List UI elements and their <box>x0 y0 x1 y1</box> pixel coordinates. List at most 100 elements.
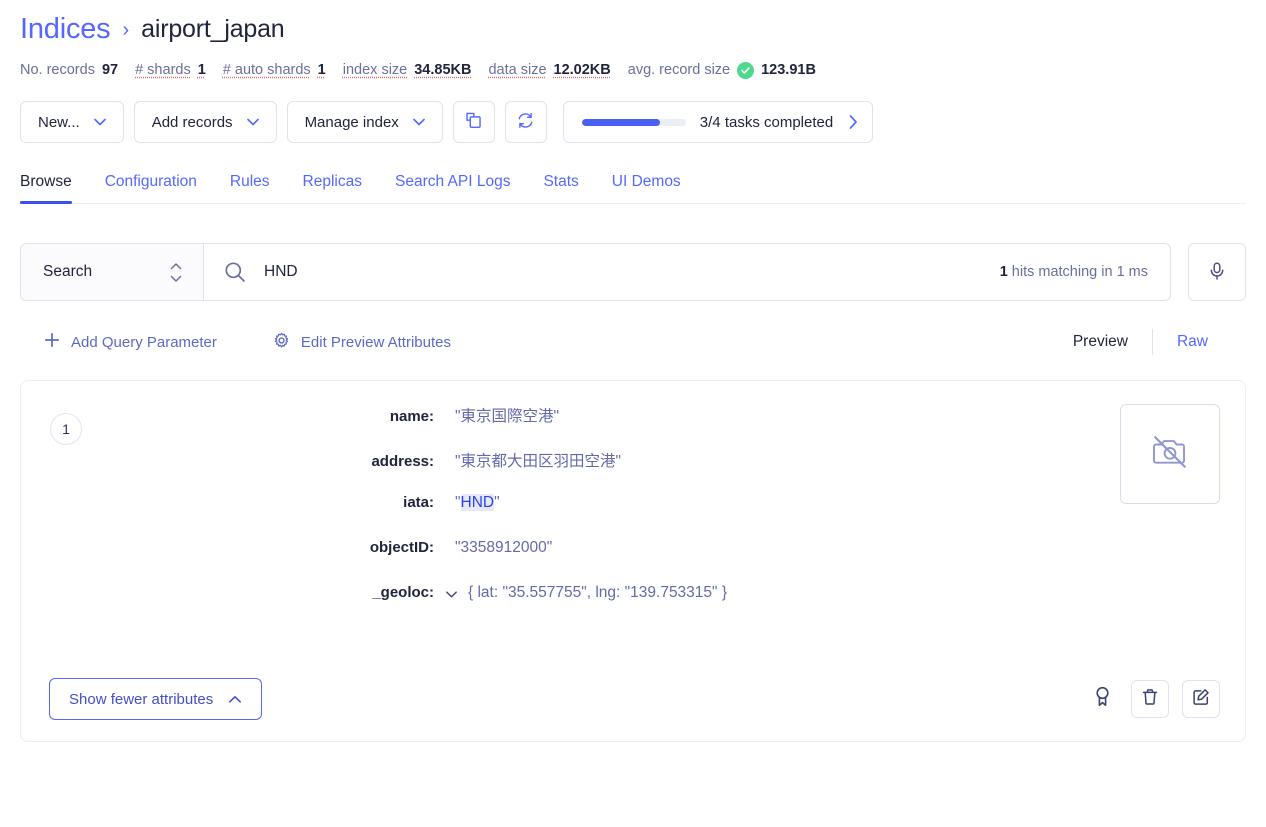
view-mode-toggle: Preview Raw <box>1049 329 1232 355</box>
edit-icon <box>1192 688 1210 711</box>
tab-search-api-logs[interactable]: Search API Logs <box>395 173 510 203</box>
chevron-up-icon <box>228 691 242 708</box>
tasks-progress-widget[interactable]: 3/4 tasks completed <box>562 101 874 143</box>
stat-value: 123.91B <box>761 62 816 78</box>
manage-index-label: Manage index <box>304 113 399 131</box>
edit-preview-attributes-label: Edit Preview Attributes <box>300 333 451 351</box>
tab-browse[interactable]: Browse <box>20 173 72 204</box>
new-dropdown-button[interactable]: New... <box>20 101 124 143</box>
index-stats-row: No. records 97 # shards 1 # auto shards … <box>20 59 1246 81</box>
attribute-row-address: address: "東京都大田区羽田空港" <box>82 449 1245 494</box>
tasks-progress-bar <box>581 118 686 126</box>
page-title: airport_japan <box>141 15 285 43</box>
search-match-highlight: HND <box>460 494 495 511</box>
search-mode-label: Search <box>43 263 93 280</box>
chevron-down-icon[interactable] <box>434 590 468 599</box>
record-body: 1 name: "東京国際空港" address: "東京都大田区羽田空港" i… <box>21 404 1245 629</box>
stat-label[interactable]: # auto shards <box>223 62 311 79</box>
edit-record-button[interactable] <box>1182 680 1220 718</box>
chevron-down-icon <box>412 118 425 126</box>
index-tabs: Browse Configuration Rules Replicas Sear… <box>20 164 1246 204</box>
view-mode-preview[interactable]: Preview <box>1049 333 1152 351</box>
attribute-key: name: <box>389 408 434 425</box>
refresh-icon <box>516 111 535 133</box>
search-box: 1 hits matching in 1 ms <box>204 243 1171 301</box>
record-actions <box>1086 680 1220 718</box>
stat-shards: # shards 1 <box>135 62 206 79</box>
search-result-card: 1 name: "東京国際空港" address: "東京都大田区羽田空港" i… <box>20 380 1246 742</box>
attribute-value: "東京国際空港" <box>455 408 560 425</box>
tab-stats[interactable]: Stats <box>543 173 578 203</box>
tab-rules[interactable]: Rules <box>230 173 270 203</box>
tab-replicas[interactable]: Replicas <box>303 173 362 203</box>
query-options-row: Add Query Parameter Edit Preview Attribu… <box>20 328 1246 356</box>
attribute-row-objectid: objectID: "3358912000" <box>82 539 1245 584</box>
stat-label[interactable]: data size <box>488 62 546 79</box>
breadcrumb: Indices › airport_japan <box>20 0 1246 45</box>
attribute-value: "HND" <box>455 494 500 511</box>
hits-count: 1 <box>999 264 1008 280</box>
attribute-key: iata: <box>403 494 434 511</box>
check-circle-icon <box>737 61 755 79</box>
breadcrumb-indices-link[interactable]: Indices <box>20 13 111 46</box>
ribbon-icon <box>1093 686 1112 712</box>
breadcrumb-separator-icon: › <box>122 19 130 41</box>
search-mode-select[interactable]: Search <box>20 243 204 301</box>
stat-label: avg. record size <box>627 61 731 78</box>
record-attributes: name: "東京国際空港" address: "東京都大田区羽田空港" iat… <box>82 404 1245 629</box>
stat-value: 34.85KB <box>414 62 472 78</box>
manage-index-dropdown-button[interactable]: Manage index <box>286 101 443 143</box>
stat-label[interactable]: # shards <box>135 62 191 79</box>
microphone-icon <box>1207 261 1227 284</box>
record-footer: Show fewer attributes <box>21 657 1245 741</box>
view-mode-raw[interactable]: Raw <box>1153 333 1232 351</box>
stat-value: 1 <box>317 62 326 78</box>
chevron-right-icon[interactable] <box>847 115 858 129</box>
search-input[interactable] <box>264 263 982 281</box>
record-image-placeholder <box>1120 404 1220 504</box>
chevron-down-icon <box>246 118 259 126</box>
delete-record-button[interactable] <box>1131 680 1169 718</box>
gear-icon <box>273 332 290 353</box>
stat-avg-record-size: avg. record size 123.91B <box>627 61 816 79</box>
tab-configuration[interactable]: Configuration <box>105 173 197 203</box>
stat-label: No. records <box>20 61 95 78</box>
add-records-dropdown-button[interactable]: Add records <box>133 101 277 143</box>
plus-icon <box>44 332 60 352</box>
show-fewer-attributes-button[interactable]: Show fewer attributes <box>49 678 263 720</box>
record-index-badge: 1 <box>50 413 82 445</box>
search-icon <box>224 261 246 283</box>
chevron-down-icon <box>93 118 106 126</box>
stat-index-size: index size 34.85KB <box>343 62 472 79</box>
add-records-label: Add records <box>151 113 233 131</box>
add-query-parameter-button[interactable]: Add Query Parameter <box>44 332 217 352</box>
tab-ui-demos[interactable]: UI Demos <box>612 173 681 203</box>
attribute-key: _geoloc: <box>372 584 434 601</box>
stat-label[interactable]: index size <box>343 62 407 79</box>
tasks-progress-fill <box>581 118 660 126</box>
trash-icon <box>1141 688 1159 711</box>
attribute-row-geoloc: _geoloc: { lat: "35.557755", lng: "139.7… <box>82 584 1245 629</box>
attribute-value: "東京都大田区羽田空港" <box>455 453 622 470</box>
hits-summary: 1 hits matching in 1 ms <box>1000 264 1148 280</box>
stat-no-records: No. records 97 <box>20 62 118 79</box>
new-dropdown-label: New... <box>38 113 80 131</box>
no-image-icon <box>1149 431 1191 478</box>
stat-value: 1 <box>197 62 206 78</box>
refresh-icon-button[interactable] <box>504 101 547 143</box>
stat-value: 97 <box>101 62 119 78</box>
attribute-row-iata: iata: "HND" <box>82 494 1245 539</box>
stat-data-size: data size 12.02KB <box>488 62 610 79</box>
stepper-icon[interactable] <box>169 262 183 283</box>
copy-icon-button[interactable] <box>452 101 495 143</box>
voice-search-button[interactable] <box>1188 243 1246 301</box>
attribute-key: objectID: <box>369 539 434 556</box>
attribute-row-name: name: "東京国際空港" <box>82 404 1245 449</box>
copy-icon <box>464 111 483 133</box>
edit-preview-attributes-button[interactable]: Edit Preview Attributes <box>273 332 451 353</box>
attribute-value: { lat: "35.557755", lng: "139.753315" } <box>468 584 728 601</box>
show-fewer-attributes-label: Show fewer attributes <box>69 690 214 708</box>
ribbon-icon-button[interactable] <box>1086 683 1118 715</box>
add-query-parameter-label: Add Query Parameter <box>71 333 217 351</box>
search-row: Search 1 hits matching in 1 ms <box>20 243 1246 301</box>
